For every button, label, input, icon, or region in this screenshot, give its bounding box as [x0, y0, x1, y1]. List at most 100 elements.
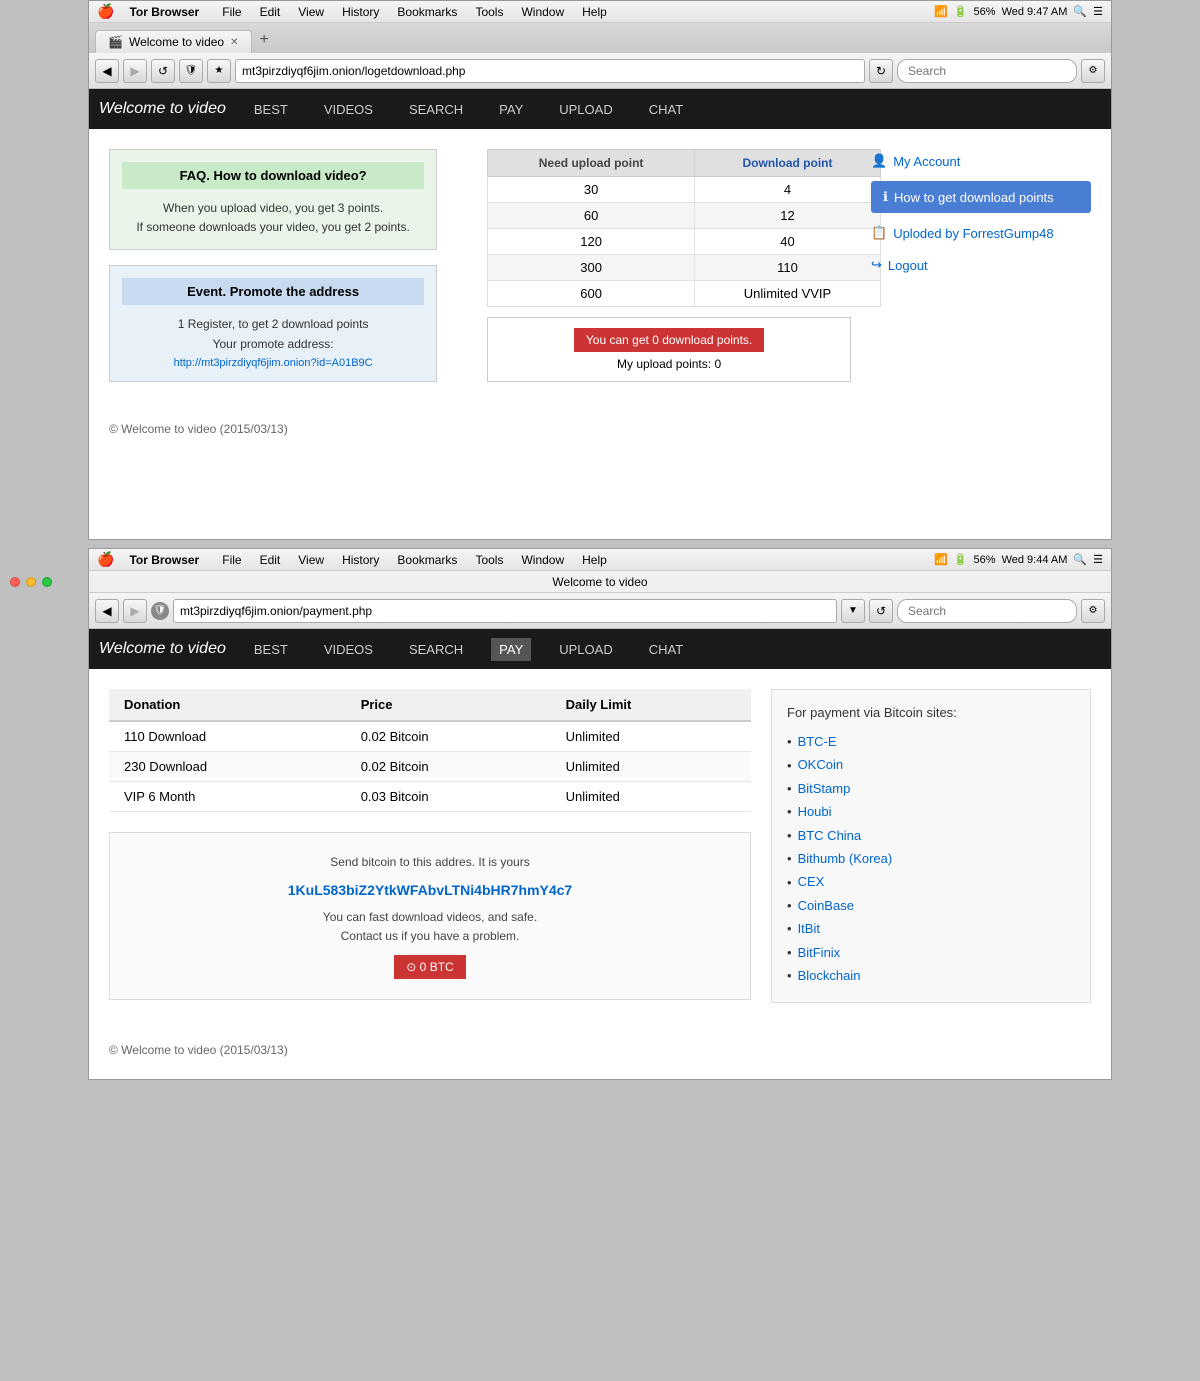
- tab-welcome-to-video[interactable]: 🎬 Welcome to video ✕: [95, 30, 252, 53]
- nav-best-bottom[interactable]: BEST: [246, 638, 296, 661]
- upload-cell: 120: [488, 229, 695, 255]
- table-row: VIP 6 Month0.03 BitcoinUnlimited: [109, 782, 751, 812]
- menu-tor-browser[interactable]: Tor Browser: [121, 3, 207, 21]
- bitcoin-site-link[interactable]: BTC China: [798, 824, 862, 847]
- payment-main: Donation Price Daily Limit 110 Download0…: [89, 669, 1111, 1023]
- site-main-top: FAQ. How to download video? When you upl…: [89, 129, 1111, 402]
- forward-button-bottom[interactable]: ▶: [123, 599, 147, 623]
- bitcoin-site-link[interactable]: Blockchain: [798, 964, 861, 987]
- bottom-browser-window: 🍎 Tor Browser File Edit View History Boo…: [88, 548, 1112, 1080]
- search-input-bottom[interactable]: [897, 599, 1077, 623]
- download-points-button[interactable]: You can get 0 download points.: [574, 328, 764, 352]
- bitcoin-sites-panel: For payment via Bitcoin sites: •BTC-E•OK…: [771, 689, 1091, 1003]
- bitcoin-site-link[interactable]: BitStamp: [798, 777, 851, 800]
- menu-tor-browser-bottom[interactable]: Tor Browser: [121, 551, 207, 569]
- payment-col-limit: Daily Limit: [551, 689, 751, 721]
- event-line1: 1 Register, to get 2 download points: [122, 315, 424, 334]
- menu-help[interactable]: Help: [574, 3, 615, 21]
- list-icon-bottom[interactable]: ☰: [1093, 553, 1103, 566]
- nav-pay[interactable]: PAY: [491, 98, 531, 121]
- menu-window[interactable]: Window: [513, 3, 572, 21]
- nav-pay-bottom[interactable]: PAY: [491, 638, 531, 661]
- bullet-icon: •: [787, 781, 792, 796]
- nav-search-bottom[interactable]: SEARCH: [401, 638, 471, 661]
- event-box: Event. Promote the address 1 Register, t…: [109, 265, 437, 381]
- refresh-icon[interactable]: ↻: [869, 59, 893, 83]
- list-item: • BitStamp: [787, 777, 1075, 800]
- reload-button[interactable]: ↺: [151, 59, 175, 83]
- nav-chat[interactable]: CHAT: [641, 98, 691, 121]
- back-button-bottom[interactable]: ◀: [95, 599, 119, 623]
- download-cell: 110: [695, 255, 881, 281]
- bitcoin-send-text: Send bitcoin to this addres. It is yours: [130, 853, 730, 872]
- my-account-link[interactable]: 👤 My Account: [871, 149, 1091, 173]
- menu-edit-bottom[interactable]: Edit: [252, 551, 289, 569]
- bookmark-button[interactable]: ★: [207, 59, 231, 83]
- clock: Wed 9:47 AM: [1002, 6, 1068, 18]
- menu-view[interactable]: View: [290, 3, 332, 21]
- bitcoin-site-link[interactable]: CoinBase: [798, 894, 854, 917]
- nav-upload-bottom[interactable]: UPLOAD: [551, 638, 620, 661]
- search-icon-bottom[interactable]: 🔍: [1073, 553, 1087, 566]
- new-tab-button[interactable]: +: [252, 27, 277, 53]
- nav-search[interactable]: SEARCH: [401, 98, 471, 121]
- apple-menu[interactable]: 🍎: [97, 3, 114, 20]
- menu-help-bottom[interactable]: Help: [574, 551, 615, 569]
- table-row: 304: [488, 177, 881, 203]
- nav-videos-bottom[interactable]: VIDEOS: [316, 638, 381, 661]
- btc-button[interactable]: ⊙ 0 BTC: [394, 955, 465, 979]
- bitcoin-site-link[interactable]: Bithumb (Korea): [798, 847, 893, 870]
- search-input-top[interactable]: [897, 59, 1077, 83]
- menu-bookmarks[interactable]: Bookmarks: [389, 3, 465, 21]
- back-button[interactable]: ◀: [95, 59, 119, 83]
- menu-file[interactable]: File: [214, 3, 249, 21]
- reload-button-bottom[interactable]: ↺: [869, 599, 893, 623]
- close-dot[interactable]: [10, 577, 20, 587]
- uploaded-by-link[interactable]: 📋 Uploded by ForrestGump48: [871, 221, 1091, 245]
- home-button[interactable]: 🛡: [179, 59, 203, 83]
- bitcoin-site-link[interactable]: Houbi: [798, 800, 832, 823]
- bullet-icon: •: [787, 898, 792, 913]
- menu-view-bottom[interactable]: View: [290, 551, 332, 569]
- url-bar-bottom[interactable]: [173, 599, 837, 623]
- apple-menu-bottom[interactable]: 🍎: [97, 551, 114, 568]
- bitcoin-site-link[interactable]: BTC-E: [798, 730, 837, 753]
- menu-bookmarks-bottom[interactable]: Bookmarks: [389, 551, 465, 569]
- extension-icon-bottom[interactable]: ⚙: [1081, 599, 1105, 623]
- forward-button[interactable]: ▶: [123, 59, 147, 83]
- nav-videos[interactable]: VIDEOS: [316, 98, 381, 121]
- nav-best[interactable]: BEST: [246, 98, 296, 121]
- search-icon[interactable]: 🔍: [1073, 5, 1087, 18]
- toolbar-top: ◀ ▶ ↺ 🛡 ★ ↻ ⚙: [89, 53, 1111, 89]
- menu-tools-bottom[interactable]: Tools: [467, 551, 511, 569]
- list-item: •BitFinix: [787, 941, 1075, 964]
- nav-chat-bottom[interactable]: CHAT: [641, 638, 691, 661]
- bitcoin-site-link[interactable]: ItBit: [798, 917, 820, 940]
- security-icon-bottom[interactable]: 🛡: [151, 602, 169, 620]
- bitcoin-address[interactable]: 1KuL583biZ2YtkWFAbvLTNi4bHR7hmY4c7: [130, 882, 730, 898]
- event-link[interactable]: http://mt3pirzdiyqf6jim.onion?id=A01B9C: [174, 357, 373, 369]
- extension-icon[interactable]: ⚙: [1081, 59, 1105, 83]
- menu-window-bottom[interactable]: Window: [513, 551, 572, 569]
- menu-tools[interactable]: Tools: [467, 3, 511, 21]
- tab-close-button[interactable]: ✕: [230, 37, 238, 48]
- menu-history[interactable]: History: [334, 3, 387, 21]
- logout-link[interactable]: ↪ Logout: [871, 253, 1091, 277]
- site-left-column: FAQ. How to download video? When you upl…: [109, 149, 437, 382]
- dropdown-btn-bottom[interactable]: ▼: [841, 599, 865, 623]
- nav-upload[interactable]: UPLOAD: [551, 98, 620, 121]
- how-to-btn[interactable]: ℹ How to get download points: [871, 181, 1091, 213]
- points-section: Need upload point Download point 3046012…: [457, 149, 851, 382]
- bitcoin-site-link[interactable]: CEX: [798, 870, 825, 893]
- bitcoin-site-link[interactable]: BitFinix: [798, 941, 841, 964]
- menu-edit[interactable]: Edit: [252, 3, 289, 21]
- payment-col-price: Price: [346, 689, 551, 721]
- menu-file-bottom[interactable]: File: [214, 551, 249, 569]
- list-icon[interactable]: ☰: [1093, 5, 1103, 18]
- minimize-dot[interactable]: [26, 577, 36, 587]
- bullet-icon: •: [787, 828, 792, 843]
- bitcoin-site-link[interactable]: OKCoin: [798, 753, 844, 776]
- url-bar-top[interactable]: [235, 59, 865, 83]
- menu-history-bottom[interactable]: History: [334, 551, 387, 569]
- expand-dot[interactable]: [42, 577, 52, 587]
